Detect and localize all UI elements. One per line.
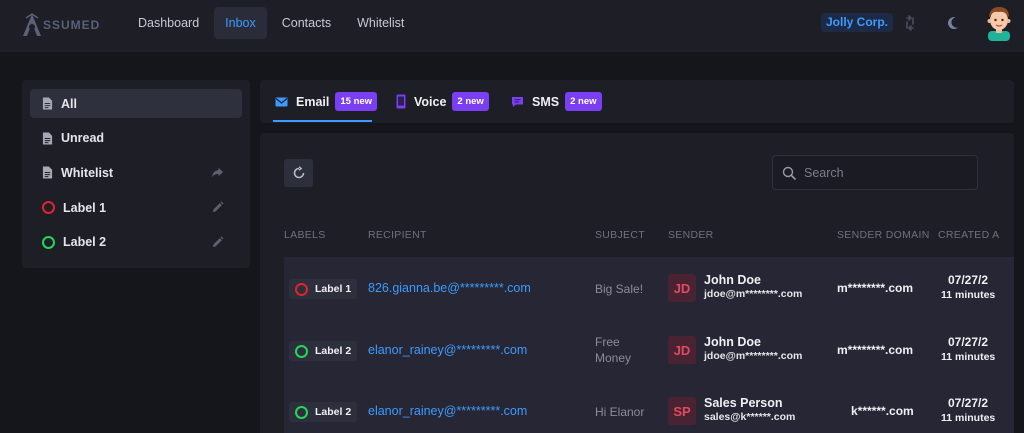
sender-avatar: JD bbox=[668, 274, 696, 302]
recipient-link[interactable]: elanor_rainey@*********.com bbox=[368, 343, 527, 357]
subject-text: Big Sale! bbox=[595, 282, 644, 296]
label-chip-text: Label 1 bbox=[315, 283, 352, 295]
col-labels[interactable]: LABELS bbox=[284, 229, 326, 241]
avatar[interactable] bbox=[984, 5, 1014, 41]
pencil-icon[interactable] bbox=[211, 236, 224, 249]
top-navbar: SSUMED Dashboard Inbox Contacts Whitelis… bbox=[0, 0, 1024, 52]
channel-tabs: Email 15 new Voice 2 new SMS 2 new bbox=[260, 80, 1014, 123]
table-row[interactable]: Label 1 826.gianna.be@*********.com Big … bbox=[284, 257, 1014, 318]
sender-avatar: JD bbox=[668, 336, 696, 364]
sidebar-item-label-2[interactable]: Label 2 bbox=[30, 228, 242, 257]
moon-icon[interactable] bbox=[947, 15, 963, 31]
sidebar-item-label: Unread bbox=[61, 131, 105, 146]
document-icon bbox=[42, 97, 53, 110]
nav-contacts[interactable]: Contacts bbox=[271, 7, 342, 39]
sidebar-item-label-1[interactable]: Label 1 bbox=[30, 193, 242, 222]
main-nav: Dashboard Inbox Contacts Whitelist bbox=[127, 7, 415, 39]
sidebar-item-label: All bbox=[61, 96, 77, 111]
logo[interactable]: SSUMED bbox=[22, 12, 100, 38]
tab-sms[interactable]: SMS 2 new bbox=[511, 80, 602, 123]
col-subject[interactable]: SUBJECT bbox=[595, 229, 645, 241]
sender-email: sales@k******.com bbox=[704, 411, 796, 423]
message-list-panel: LABELS RECIPIENT SUBJECT SENDER SENDER D… bbox=[260, 133, 1014, 433]
phone-icon bbox=[396, 94, 406, 109]
col-sender-domain[interactable]: SENDER DOMAIN bbox=[837, 229, 930, 241]
logo-text: SSUMED bbox=[43, 18, 101, 32]
pencil-icon[interactable] bbox=[211, 201, 224, 214]
sidebar-item-all[interactable]: All bbox=[30, 89, 242, 118]
label-ring-icon bbox=[42, 235, 55, 249]
label-ring-icon bbox=[295, 405, 308, 419]
label-ring-icon bbox=[42, 201, 55, 215]
created-date: 07/27/2 bbox=[948, 335, 989, 349]
share-icon[interactable] bbox=[211, 166, 224, 179]
sidebar: All Unread Whitelist Label 1 Label 2 bbox=[22, 80, 250, 268]
sidebar-item-label: Label 2 bbox=[63, 235, 107, 250]
tab-voice[interactable]: Voice 2 new bbox=[396, 80, 489, 123]
sms-icon bbox=[512, 96, 523, 107]
subject-text: Hi Elanor bbox=[595, 405, 645, 419]
sender-email: jdoe@m********.com bbox=[704, 350, 803, 362]
col-sender[interactable]: SENDER bbox=[668, 229, 714, 241]
label-ring-icon bbox=[295, 282, 308, 296]
label-chip-text: Label 2 bbox=[315, 345, 352, 357]
label-chip-text: Label 2 bbox=[315, 406, 352, 418]
created-ago: 11 minutes bbox=[941, 351, 996, 363]
sidebar-item-label: Whitelist bbox=[61, 165, 114, 180]
tab-label: Voice bbox=[414, 94, 447, 109]
nav-dashboard[interactable]: Dashboard bbox=[127, 7, 210, 39]
tab-label: SMS bbox=[532, 94, 560, 109]
sidebar-item-unread[interactable]: Unread bbox=[30, 124, 242, 153]
sidebar-item-whitelist[interactable]: Whitelist bbox=[30, 158, 242, 187]
label-ring-icon bbox=[295, 344, 308, 358]
col-created-at[interactable]: CREATED A bbox=[938, 229, 999, 241]
subject-text: Money bbox=[595, 351, 632, 365]
recipient-link[interactable]: 826.gianna.be@*********.com bbox=[368, 281, 531, 295]
sender-email: jdoe@m********.com bbox=[704, 288, 803, 300]
document-icon bbox=[42, 132, 53, 145]
sidebar-item-label: Label 1 bbox=[63, 200, 107, 215]
recipient-link[interactable]: elanor_rainey@*********.com bbox=[368, 404, 527, 418]
nav-inbox[interactable]: Inbox bbox=[214, 7, 267, 39]
table-header: LABELS RECIPIENT SUBJECT SENDER SENDER D… bbox=[260, 229, 1014, 245]
created-ago: 11 minutes bbox=[941, 289, 996, 301]
sender-name: John Doe bbox=[704, 335, 761, 349]
tab-label: Email bbox=[296, 94, 330, 109]
new-count-badge: 15 new bbox=[335, 92, 378, 111]
document-icon bbox=[42, 166, 53, 179]
active-tab-indicator bbox=[273, 120, 372, 122]
search-icon bbox=[782, 166, 796, 180]
search-input[interactable] bbox=[804, 165, 964, 180]
search-field[interactable] bbox=[772, 155, 978, 190]
created-date: 07/27/2 bbox=[948, 273, 989, 287]
sender-name: Sales Person bbox=[704, 396, 783, 410]
new-count-badge: 2 new bbox=[565, 92, 602, 111]
created-date: 07/27/2 bbox=[948, 396, 989, 410]
swap-icon[interactable] bbox=[902, 15, 918, 31]
refresh-button[interactable] bbox=[284, 159, 313, 187]
label-chip[interactable]: Label 2 bbox=[289, 341, 358, 361]
label-chip[interactable]: Label 2 bbox=[289, 402, 358, 422]
logo-icon bbox=[23, 13, 41, 36]
col-recipient[interactable]: RECIPIENT bbox=[368, 229, 427, 241]
label-chip[interactable]: Label 1 bbox=[289, 279, 358, 299]
sender-domain: k******.com bbox=[851, 404, 914, 418]
sender-avatar: SP bbox=[668, 397, 696, 425]
nav-whitelist[interactable]: Whitelist bbox=[346, 7, 415, 39]
new-count-badge: 2 new bbox=[452, 92, 489, 111]
message-table-body: Label 1 826.gianna.be@*********.com Big … bbox=[284, 257, 1014, 433]
refresh-icon bbox=[293, 166, 304, 179]
sender-domain: m********.com bbox=[837, 281, 914, 295]
table-row[interactable]: Label 2 elanor_rainey@*********.com Hi E… bbox=[284, 379, 1014, 433]
sender-name: John Doe bbox=[704, 273, 761, 287]
tab-email[interactable]: Email 15 new bbox=[275, 80, 378, 123]
mail-icon bbox=[275, 97, 288, 106]
sender-domain: m********.com bbox=[837, 343, 914, 357]
created-ago: 11 minutes bbox=[941, 412, 996, 424]
subject-text: Free bbox=[595, 335, 620, 349]
company-switcher[interactable]: Jolly Corp. bbox=[821, 13, 894, 32]
table-row[interactable]: Label 2 elanor_rainey@*********.com Free… bbox=[284, 318, 1014, 379]
